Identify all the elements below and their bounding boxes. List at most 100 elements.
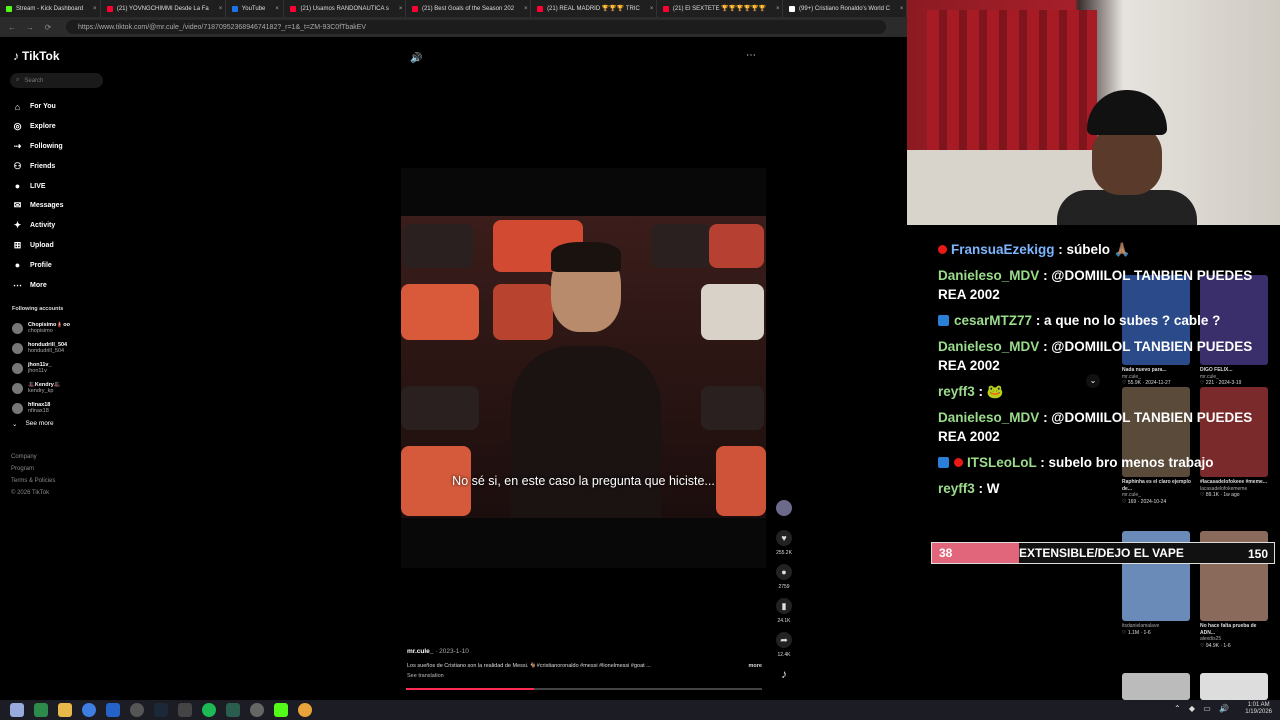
account-handle: nfinax18 (28, 408, 49, 414)
more-options-icon[interactable]: ⋯ (746, 50, 756, 61)
tiktok-note-icon: ♪ (13, 49, 19, 63)
avatar (12, 362, 23, 374)
browser-icon[interactable] (298, 703, 312, 717)
nav-item[interactable]: ● Profile (12, 255, 63, 275)
volume-icon[interactable]: 🔊 (410, 53, 422, 64)
tab-close-icon[interactable]: × (524, 6, 528, 12)
tab-close-icon[interactable]: × (219, 6, 223, 12)
forward-icon[interactable]: → (24, 23, 36, 32)
nav-item[interactable]: ◎ Explore (12, 117, 63, 137)
tiktok-logo[interactable]: ♪ TikTok (13, 49, 60, 63)
footer-link[interactable]: Company (11, 451, 55, 463)
chat-message: reyff3 : W (938, 479, 1278, 498)
search-input[interactable]: ⌕ Search (10, 73, 103, 88)
following-account[interactable]: hondudrill_504 hondudrill_504 (12, 338, 70, 358)
tab-favicon-icon (106, 5, 113, 12)
tab-close-icon[interactable]: × (776, 6, 780, 12)
nav-item[interactable]: ✉ Messages (12, 196, 64, 216)
nav-item[interactable]: ● LIVE (12, 176, 63, 196)
browser-tab[interactable]: (21) Usamos RANDONAUTICA s × (284, 0, 406, 17)
file-explorer-icon[interactable] (58, 703, 72, 717)
goal-current: 38 (939, 546, 953, 560)
pen-icon[interactable] (178, 703, 192, 717)
nav-item[interactable]: ⊞ Upload (12, 236, 63, 256)
see-translation-link[interactable]: See translation (407, 673, 762, 679)
terminal-icon[interactable] (34, 703, 48, 717)
start-icon[interactable] (10, 703, 24, 717)
nav-item-label: Messages (30, 202, 64, 210)
browser-tab[interactable]: Stream - Kick Dashboard × (0, 0, 101, 17)
chat-username[interactable]: reyff3 (938, 481, 975, 496)
browser-tab[interactable]: YouTube × (226, 0, 285, 17)
obs-icon[interactable] (130, 703, 144, 717)
nav-item[interactable]: ⚇ Friends (12, 156, 63, 176)
footer-link[interactable]: Terms & Policies (11, 475, 55, 487)
reload-icon[interactable]: ⟳ (42, 23, 54, 32)
outlook-icon[interactable] (106, 703, 120, 717)
footer-link[interactable]: © 2026 TikTok (11, 487, 55, 499)
chat-username[interactable]: Danieleso_MDV (938, 410, 1039, 425)
like-icon[interactable]: ♥ (776, 530, 792, 546)
chat-message: Danieleso_MDV : @DOMIILOL TANBIEN PUEDES… (938, 337, 1278, 375)
creator-avatar[interactable] (776, 500, 792, 516)
nav-item[interactable]: ⌂ For You (12, 97, 63, 117)
related-video-thumbnail[interactable] (1122, 673, 1190, 700)
system-tray[interactable]: ⌃ ◆ ▭ 🔊 (1174, 704, 1232, 713)
like-count: 255.2K (776, 550, 792, 556)
browser-tab[interactable]: (21) YOVNGCHIMMI Desde La Fa × (101, 0, 226, 17)
chat-username[interactable]: FransuaEzekigg (951, 242, 1055, 257)
chat-username[interactable]: Danieleso_MDV (938, 339, 1039, 354)
video-progress-bar[interactable] (406, 688, 762, 690)
see-more-button[interactable]: ⌄ See more (12, 420, 70, 428)
address-bar[interactable]: https://www.tiktok.com/@mr.cule_/video/7… (66, 20, 886, 34)
tiktok-sound-icon[interactable]: ♪ (776, 666, 792, 682)
chrome-icon[interactable] (82, 703, 96, 717)
chat-username[interactable]: Danieleso_MDV (938, 268, 1039, 283)
following-account[interactable]: Chopisimo🧯oo chopisimo (12, 318, 70, 338)
friends-icon: ⚇ (13, 160, 22, 171)
bookmark-icon[interactable]: ▮ (776, 598, 792, 614)
chat-username[interactable]: cesarMTZ77 (954, 313, 1032, 328)
tab-close-icon[interactable]: × (275, 6, 279, 12)
related-video-thumbnail[interactable] (1200, 673, 1268, 700)
browser-tab[interactable]: (21) Best Goals of the Season 202 × (406, 0, 532, 17)
tab-label: (21) Usamos RANDONAUTICA s (300, 5, 389, 12)
author-link[interactable]: mr.cule_ (407, 648, 433, 655)
nav-item[interactable]: ⋯ More (12, 275, 63, 295)
video-player[interactable]: No sé si, en este caso la pregunta que h… (401, 168, 766, 568)
tab-close-icon[interactable]: × (93, 6, 97, 12)
tab-label: (21) Best Goals of the Season 202 (421, 5, 515, 12)
kick-icon[interactable] (274, 703, 288, 717)
chat-text: : W (978, 481, 1000, 496)
spotify-icon[interactable] (202, 703, 216, 717)
following-account[interactable]: jhon11v_ jhon11v (12, 358, 70, 378)
nav-item[interactable]: ✦ Activity (12, 216, 63, 236)
settings-icon[interactable] (250, 703, 264, 717)
clock[interactable]: 1:01 AM 1/19/2026 (1245, 702, 1272, 716)
browser-tab[interactable]: (21) El SEXTETE 🏆🏆🏆🏆🏆🏆 × (657, 0, 784, 17)
tab-close-icon[interactable]: × (900, 6, 904, 12)
browser-tab[interactable]: (99+) Cristiano Ronaldo's World C × (783, 0, 907, 17)
steam-icon[interactable] (154, 703, 168, 717)
tab-close-icon[interactable]: × (399, 6, 403, 12)
following-account[interactable]: hfinax18 nfinax18 (12, 398, 70, 418)
chat-username[interactable]: reyff3 (938, 384, 975, 399)
back-icon[interactable]: ← (6, 23, 18, 32)
tab-close-icon[interactable]: × (650, 6, 654, 12)
share-icon[interactable]: ➦ (776, 632, 792, 648)
activity-icon: ✦ (13, 220, 22, 231)
app-icon[interactable] (226, 703, 240, 717)
following-account[interactable]: 🎩Kendry🎩 kendry_kp (12, 378, 70, 398)
browser-tab[interactable]: (21) REAL MADRID 🏆🏆🏆 TRIC × (531, 0, 657, 17)
comment-icon[interactable]: ● (776, 564, 792, 580)
footer-link[interactable]: Program (11, 463, 55, 475)
more-link[interactable]: more (749, 663, 762, 669)
tab-label: (21) REAL MADRID 🏆🏆🏆 TRIC (547, 6, 640, 12)
chat-username[interactable]: ITSLeoLoL (967, 455, 1037, 470)
video-title: No hace falta prueba de ADN... (1200, 623, 1257, 636)
nav-item[interactable]: ⇢ Following (12, 137, 63, 157)
chevron-down-icon[interactable]: ⌄ (1086, 374, 1100, 388)
chevron-down-icon: ⌄ (12, 421, 18, 428)
nav-item-label: For You (30, 103, 56, 111)
tab-favicon-icon (662, 5, 669, 12)
